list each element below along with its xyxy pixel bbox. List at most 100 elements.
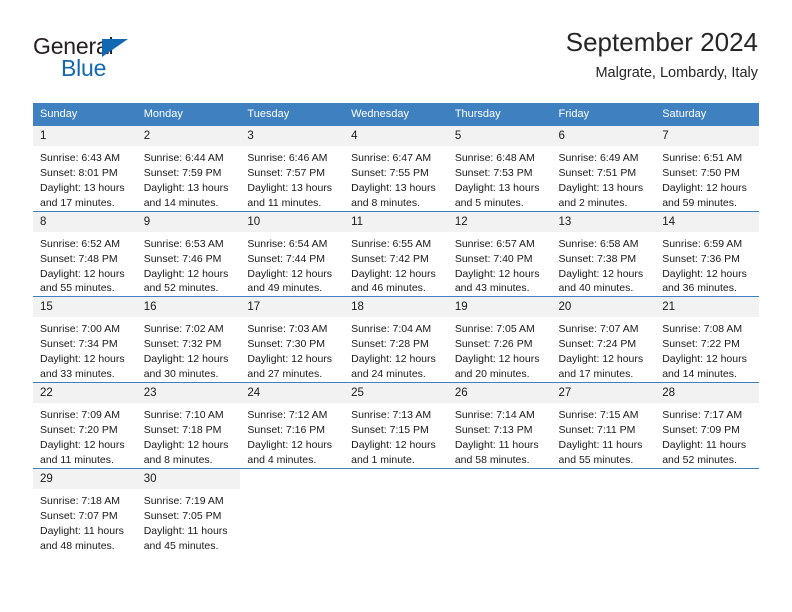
- sunset-text: Sunset: 7:38 PM: [558, 252, 637, 265]
- daylight-text: Daylight: 12 hours and 1 minute.: [351, 438, 436, 466]
- day-cell[interactable]: 24 Sunrise: 7:12 AM Sunset: 7:16 PM Dayl…: [240, 382, 345, 469]
- sunrise-text: Sunrise: 7:10 AM: [143, 409, 224, 422]
- day-number: 18: [344, 297, 448, 318]
- day-cell[interactable]: 27 Sunrise: 7:15 AM Sunset: 7:11 PM Dayl…: [551, 382, 656, 469]
- daylight-text: Daylight: 12 hours and 49 minutes.: [247, 267, 333, 295]
- day-details: Sunrise: 7:00 AM Sunset: 7:34 PM Dayligh…: [33, 317, 137, 382]
- daylight-text: Daylight: 12 hours and 14 minutes.: [662, 353, 747, 381]
- general-blue-logo[interactable]: General Blue: [33, 33, 253, 85]
- sunrise-text: Sunrise: 6:53 AM: [143, 237, 224, 250]
- sunset-text: Sunset: 7:55 PM: [351, 166, 429, 179]
- day-cell[interactable]: 7 Sunrise: 6:51 AM Sunset: 7:50 PM Dayli…: [655, 125, 759, 212]
- day-number: 21: [655, 297, 759, 318]
- sunset-text: Sunset: 7:59 PM: [143, 166, 222, 179]
- daylight-text: Daylight: 11 hours and 55 minutes.: [558, 438, 643, 466]
- day-cell[interactable]: 18 Sunrise: 7:04 AM Sunset: 7:28 PM Dayl…: [344, 296, 448, 383]
- day-cell[interactable]: 13 Sunrise: 6:58 AM Sunset: 7:38 PM Dayl…: [551, 210, 656, 297]
- day-cell[interactable]: 30 Sunrise: 7:19 AM Sunset: 7:05 PM Dayl…: [136, 467, 241, 554]
- sunrise-text: Sunrise: 7:17 AM: [662, 409, 743, 422]
- daylight-text: Daylight: 12 hours and 27 minutes.: [247, 353, 333, 381]
- day-details: Sunrise: 7:13 AM Sunset: 7:15 PM Dayligh…: [344, 403, 448, 468]
- day-number: 19: [447, 297, 552, 318]
- sunset-text: Sunset: 7:40 PM: [454, 252, 533, 265]
- day-cell[interactable]: 6 Sunrise: 6:49 AM Sunset: 7:51 PM Dayli…: [551, 125, 656, 212]
- sunset-text: Sunset: 7:42 PM: [351, 252, 429, 265]
- day-number: 1: [33, 126, 137, 147]
- day-details: Sunrise: 6:48 AM Sunset: 7:53 PM Dayligh…: [448, 146, 552, 211]
- day-cell[interactable]: 1 Sunrise: 6:43 AM Sunset: 8:01 PM Dayli…: [33, 125, 137, 212]
- day-cell[interactable]: 10 Sunrise: 6:54 AM Sunset: 7:44 PM Dayl…: [240, 210, 345, 297]
- weekday-header-monday: Monday: [136, 103, 241, 126]
- daylight-text: Daylight: 12 hours and 4 minutes.: [247, 438, 333, 466]
- day-cell[interactable]: 19 Sunrise: 7:05 AM Sunset: 7:26 PM Dayl…: [447, 296, 552, 383]
- day-details: Sunrise: 6:52 AM Sunset: 7:48 PM Dayligh…: [33, 232, 137, 297]
- day-cell[interactable]: 3 Sunrise: 6:46 AM Sunset: 7:57 PM Dayli…: [240, 125, 345, 212]
- day-cell[interactable]: 5 Sunrise: 6:48 AM Sunset: 7:53 PM Dayli…: [447, 125, 552, 212]
- week-row: 22 Sunrise: 7:09 AM Sunset: 7:20 PM Dayl…: [33, 382, 759, 469]
- day-details: Sunrise: 7:07 AM Sunset: 7:24 PM Dayligh…: [552, 317, 656, 382]
- sunset-text: Sunset: 7:20 PM: [40, 424, 118, 437]
- day-cell[interactable]: 25 Sunrise: 7:13 AM Sunset: 7:15 PM Dayl…: [344, 382, 448, 469]
- day-cell[interactable]: 16 Sunrise: 7:02 AM Sunset: 7:32 PM Dayl…: [136, 296, 241, 383]
- page-subtitle: Malgrate, Lombardy, Italy: [595, 64, 758, 81]
- calendar-body: 1 Sunrise: 6:43 AM Sunset: 8:01 PM Dayli…: [33, 125, 759, 554]
- day-cell[interactable]: 22 Sunrise: 7:09 AM Sunset: 7:20 PM Dayl…: [33, 382, 137, 469]
- daylight-text: Daylight: 12 hours and 30 minutes.: [143, 353, 229, 381]
- day-cell[interactable]: 8 Sunrise: 6:52 AM Sunset: 7:48 PM Dayli…: [33, 210, 137, 297]
- daylight-text: Daylight: 12 hours and 40 minutes.: [558, 267, 644, 295]
- day-cell[interactable]: 12 Sunrise: 6:57 AM Sunset: 7:40 PM Dayl…: [447, 210, 552, 297]
- sunset-text: Sunset: 7:26 PM: [454, 338, 533, 351]
- day-cell[interactable]: 9 Sunrise: 6:53 AM Sunset: 7:46 PM Dayli…: [136, 210, 241, 297]
- day-cell[interactable]: 29 Sunrise: 7:18 AM Sunset: 7:07 PM Dayl…: [33, 467, 137, 554]
- day-number: 13: [551, 211, 656, 232]
- day-number: 10: [240, 211, 345, 232]
- sunrise-text: Sunrise: 6:47 AM: [351, 152, 432, 165]
- week-row: 1 Sunrise: 6:43 AM Sunset: 8:01 PM Dayli…: [33, 125, 759, 212]
- sunset-text: Sunset: 8:01 PM: [40, 166, 118, 179]
- day-cell[interactable]: 23 Sunrise: 7:10 AM Sunset: 7:18 PM Dayl…: [136, 382, 241, 469]
- day-number: 17: [240, 297, 345, 318]
- day-cell-empty: [551, 467, 656, 554]
- day-number: 26: [447, 383, 552, 404]
- sunset-text: Sunset: 7:28 PM: [351, 338, 429, 351]
- daylight-text: Daylight: 12 hours and 46 minutes.: [351, 267, 436, 295]
- day-details: Sunrise: 6:51 AM Sunset: 7:50 PM Dayligh…: [655, 146, 759, 211]
- sunrise-text: Sunrise: 7:02 AM: [143, 323, 224, 336]
- sunset-text: Sunset: 7:13 PM: [454, 424, 533, 437]
- day-cell[interactable]: 11 Sunrise: 6:55 AM Sunset: 7:42 PM Dayl…: [344, 210, 448, 297]
- daylight-text: Daylight: 12 hours and 36 minutes.: [662, 267, 747, 295]
- weekday-header-tuesday: Tuesday: [240, 103, 345, 126]
- daylight-text: Daylight: 13 hours and 14 minutes.: [143, 181, 229, 209]
- day-cell[interactable]: 20 Sunrise: 7:07 AM Sunset: 7:24 PM Dayl…: [551, 296, 656, 383]
- day-details: Sunrise: 7:08 AM Sunset: 7:22 PM Dayligh…: [655, 317, 759, 382]
- weekday-header-sunday: Sunday: [33, 103, 137, 126]
- calendar-header-row: Sunday Monday Tuesday Wednesday Thursday…: [33, 103, 759, 126]
- day-number: [447, 468, 552, 489]
- day-cell[interactable]: 26 Sunrise: 7:14 AM Sunset: 7:13 PM Dayl…: [447, 382, 552, 469]
- day-details: Sunrise: 7:03 AM Sunset: 7:30 PM Dayligh…: [240, 317, 344, 382]
- day-cell[interactable]: 14 Sunrise: 6:59 AM Sunset: 7:36 PM Dayl…: [655, 210, 759, 297]
- week-row: 8 Sunrise: 6:52 AM Sunset: 7:48 PM Dayli…: [33, 210, 759, 297]
- day-cell[interactable]: 17 Sunrise: 7:03 AM Sunset: 7:30 PM Dayl…: [240, 296, 345, 383]
- sunset-text: Sunset: 7:44 PM: [247, 252, 326, 265]
- day-number: 3: [240, 126, 345, 147]
- day-number: 9: [136, 211, 241, 232]
- day-cell[interactable]: 28 Sunrise: 7:17 AM Sunset: 7:09 PM Dayl…: [655, 382, 759, 469]
- day-cell[interactable]: 15 Sunrise: 7:00 AM Sunset: 7:34 PM Dayl…: [33, 296, 137, 383]
- calendar-table: Sunday Monday Tuesday Wednesday Thursday…: [33, 103, 759, 554]
- daylight-text: Daylight: 12 hours and 8 minutes.: [143, 438, 229, 466]
- day-details: Sunrise: 6:55 AM Sunset: 7:42 PM Dayligh…: [344, 232, 448, 297]
- daylight-text: Daylight: 12 hours and 20 minutes.: [454, 353, 540, 381]
- daylight-text: Daylight: 12 hours and 55 minutes.: [40, 267, 125, 295]
- day-cell[interactable]: 21 Sunrise: 7:08 AM Sunset: 7:22 PM Dayl…: [655, 296, 759, 383]
- day-number: 15: [33, 297, 137, 318]
- sunrise-text: Sunrise: 6:54 AM: [247, 237, 328, 250]
- sunset-text: Sunset: 7:16 PM: [247, 424, 326, 437]
- day-number: 24: [240, 383, 345, 404]
- day-cell[interactable]: 2 Sunrise: 6:44 AM Sunset: 7:59 PM Dayli…: [136, 125, 241, 212]
- day-number: 11: [344, 211, 448, 232]
- daylight-text: Daylight: 13 hours and 17 minutes.: [40, 181, 125, 209]
- day-number: 25: [344, 383, 448, 404]
- day-cell[interactable]: 4 Sunrise: 6:47 AM Sunset: 7:55 PM Dayli…: [344, 125, 448, 212]
- day-number: [240, 468, 345, 489]
